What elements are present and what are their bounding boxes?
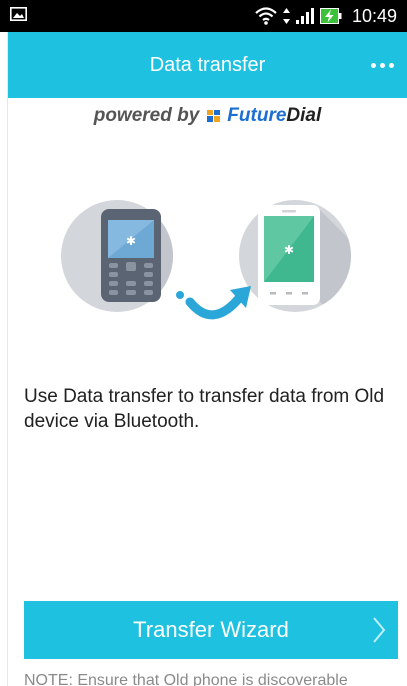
wifi-icon [255, 7, 277, 25]
powered-by-banner: powered by FutureDial [8, 104, 407, 128]
more-dot [388, 62, 394, 68]
data-arrows-icon [282, 8, 290, 24]
transfer-illustration: ✱ ✱ [61, 200, 351, 320]
more-dot [379, 62, 385, 68]
smartphone-bluetooth-icon: ✱ [239, 200, 351, 312]
status-icons: 10:49 [255, 0, 397, 32]
signal-icon [295, 8, 314, 24]
chevron-right-icon [373, 617, 386, 643]
feature-phone-bluetooth-icon: ✱ [61, 200, 173, 312]
brand-dial: Dial [286, 105, 322, 126]
svg-text:✱: ✱ [284, 243, 294, 257]
brand-future: Future [227, 105, 287, 126]
description-text: Use Data transfer to transfer data from … [24, 386, 385, 432]
app-title: Data transfer [149, 53, 266, 76]
note-text: NOTE: Ensure that Old phone is discovera… [24, 672, 348, 686]
more-options-button[interactable] [367, 52, 397, 78]
transfer-wizard-button[interactable]: Transfer Wizard [24, 601, 398, 659]
svg-text:✱: ✱ [126, 234, 136, 248]
transfer-arrow-icon [176, 286, 251, 320]
gallery-icon [10, 7, 27, 21]
app-bar: Data transfer [8, 32, 407, 98]
status-time: 10:49 [351, 5, 397, 26]
status-bar: 10:49 [0, 0, 407, 32]
left-edge-strip [0, 32, 8, 686]
futuredial-logo-icon [207, 110, 221, 122]
battery-charging-icon [319, 8, 342, 24]
futuredial-brand: FutureDial [227, 105, 321, 127]
transfer-wizard-label: Transfer Wizard [133, 617, 289, 642]
more-dots-icon [370, 62, 376, 68]
powered-by-text: powered by [93, 105, 200, 126]
